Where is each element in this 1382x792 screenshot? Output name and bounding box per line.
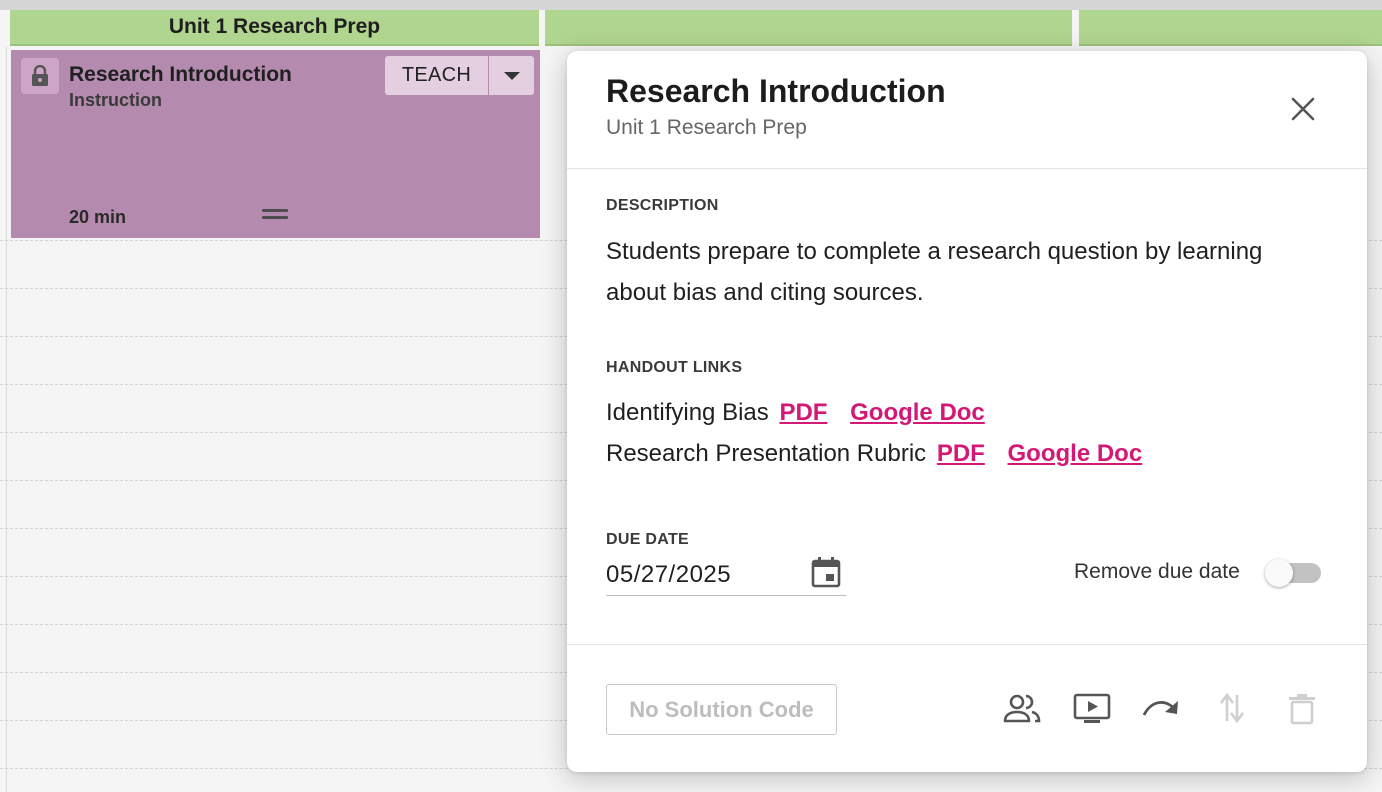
unit-header-empty[interactable] (545, 10, 1072, 46)
caret-down-icon (503, 71, 520, 80)
present-icon[interactable] (1072, 688, 1112, 728)
lesson-detail-panel: Research Introduction Unit 1 Research Pr… (567, 51, 1367, 772)
handout-google-doc-link[interactable]: Google Doc (1008, 440, 1143, 467)
panel-title: Research Introduction (606, 73, 946, 109)
teach-button[interactable]: TEACH (385, 56, 488, 95)
description-label: DESCRIPTION (606, 197, 719, 214)
footer-divider (567, 644, 1367, 645)
close-icon[interactable] (1287, 93, 1319, 125)
handout-pdf-link[interactable]: PDF (937, 440, 985, 467)
toggle-knob (1265, 559, 1293, 587)
due-date-label: DUE DATE (606, 531, 689, 548)
unit-header-label: Unit 1 Research Prep (168, 15, 381, 38)
teach-dropdown-button[interactable] (489, 56, 534, 95)
grid-column-line (6, 46, 7, 792)
drag-handle-icon[interactable] (262, 209, 288, 221)
handout-links-label: HANDOUT LINKS (606, 359, 743, 376)
due-date-field[interactable]: 05/27/2025 (606, 553, 846, 596)
group-icon[interactable] (1002, 688, 1042, 728)
delete-icon[interactable] (1282, 688, 1322, 728)
unit-header[interactable]: Unit 1 Research Prep (10, 10, 539, 46)
lesson-duration: 20 min (69, 207, 127, 227)
handout-name: Identifying Bias (606, 399, 769, 426)
lesson-card[interactable]: Research Introduction Instruction TEACH … (11, 50, 540, 238)
handout-row: Identifying Bias PDF Google Doc (606, 399, 985, 427)
handout-name: Research Presentation Rubric (606, 440, 927, 467)
redo-arrow-icon[interactable] (1142, 688, 1182, 728)
solution-code-button[interactable]: No Solution Code (606, 684, 837, 735)
remove-due-date-toggle[interactable] (1265, 559, 1323, 587)
panel-subtitle: Unit 1 Research Prep (606, 116, 807, 139)
handout-google-doc-link[interactable]: Google Doc (850, 399, 985, 426)
lesson-title: Research Introduction (69, 63, 292, 86)
handout-pdf-link[interactable]: PDF (779, 399, 827, 426)
due-date-input[interactable]: 05/27/2025 (606, 561, 731, 589)
teach-button-group: TEACH (385, 56, 534, 95)
lock-icon[interactable] (21, 58, 59, 94)
header-divider (567, 168, 1367, 169)
lesson-type: Instruction (69, 90, 162, 110)
handout-row: Research Presentation Rubric PDF Google … (606, 440, 1142, 468)
description-text: Students prepare to complete a research … (606, 238, 1263, 306)
calendar-icon[interactable] (810, 555, 842, 589)
swap-vertical-icon[interactable] (1212, 688, 1252, 728)
remove-due-date-label: Remove due date (1074, 560, 1240, 583)
top-bar (0, 0, 1382, 10)
unit-header-empty[interactable] (1079, 10, 1382, 46)
